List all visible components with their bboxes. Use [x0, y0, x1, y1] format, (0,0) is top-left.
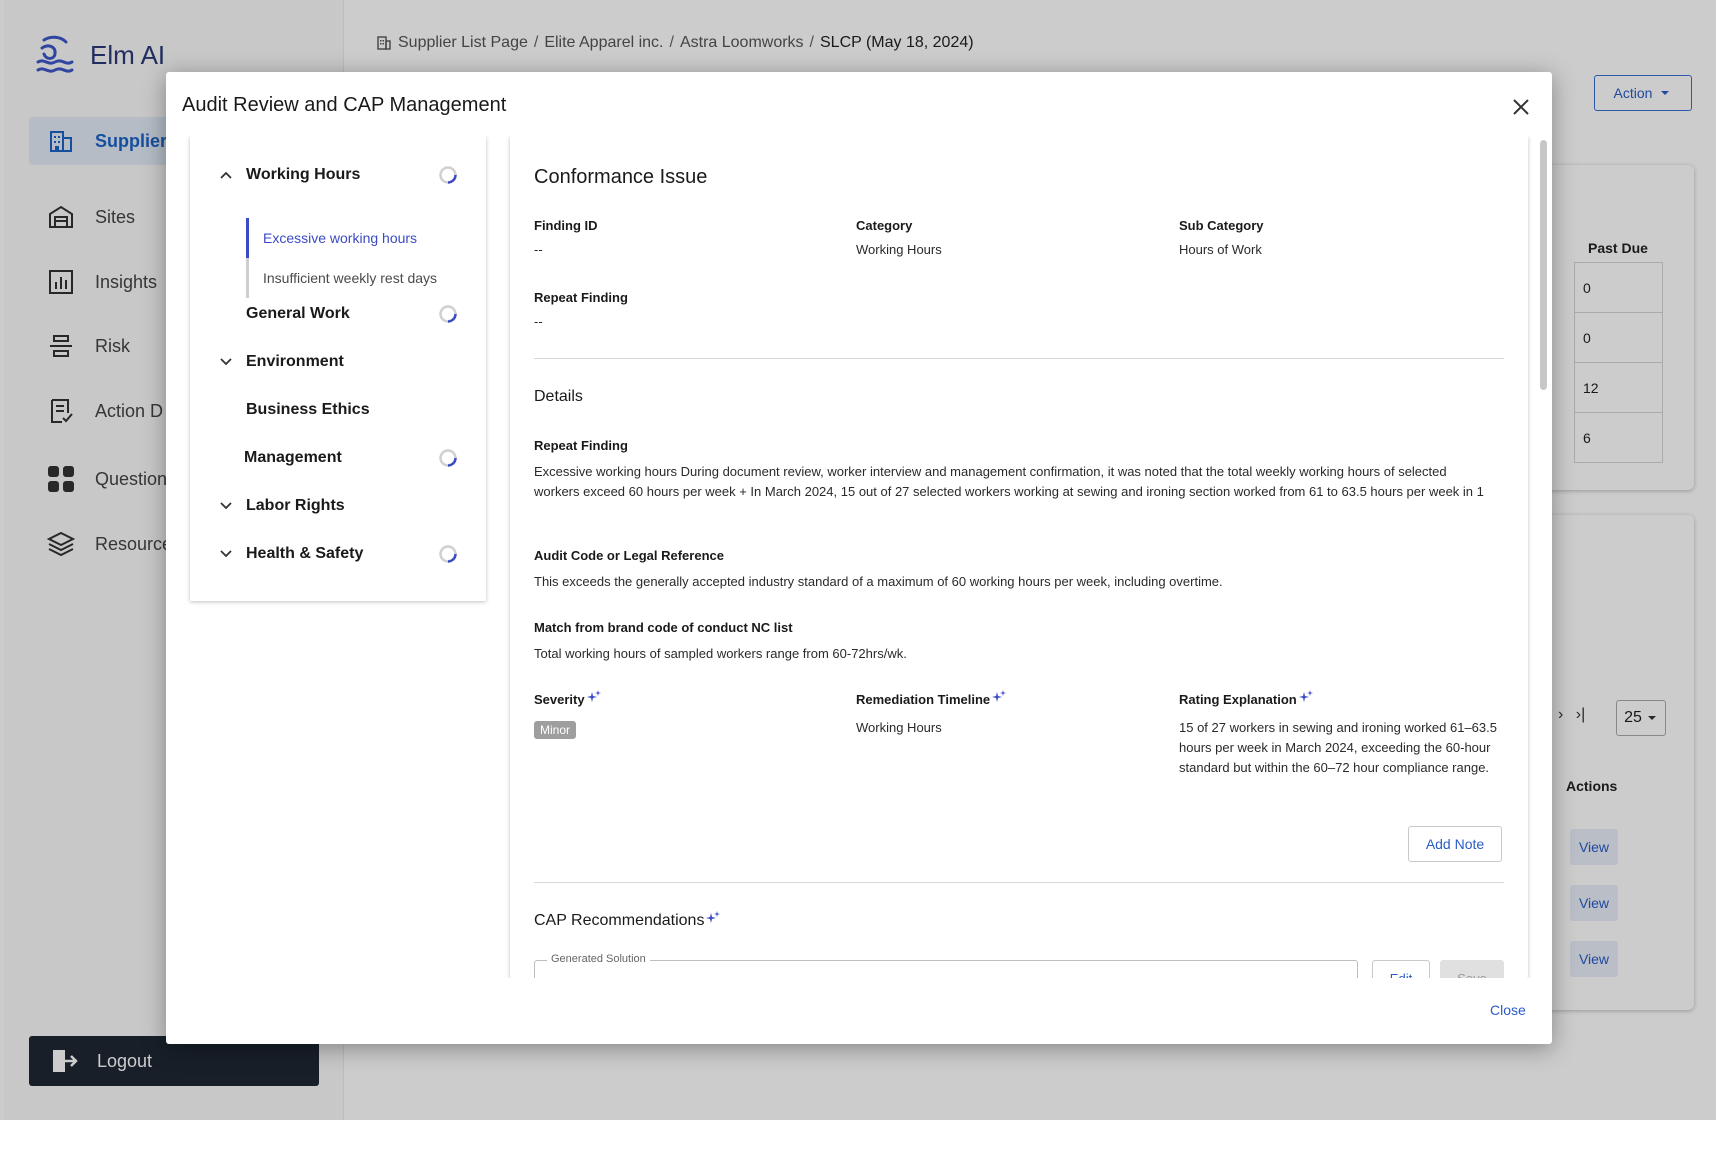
rating-explanation-label: Rating Explanation: [1179, 689, 1313, 707]
tree-item-label: Health & Safety: [246, 545, 364, 562]
section-divider: [534, 358, 1504, 359]
audit-review-modal: Audit Review and CAP Management Working …: [166, 72, 1552, 1044]
remediation-label: Remediation Timeline: [856, 689, 1007, 707]
tree-item-label: Business Ethics: [246, 401, 370, 418]
tree-item-general-work[interactable]: General Work: [190, 296, 486, 332]
progress-spinner-icon: [439, 545, 457, 563]
tree-item-working-hours[interactable]: Working Hours: [190, 157, 486, 193]
tree-item-label: Environment: [246, 353, 344, 370]
close-icon[interactable]: [1506, 92, 1536, 122]
section-divider: [534, 882, 1504, 883]
chevron-down-icon: [220, 502, 232, 510]
repeat-finding-value: --: [534, 314, 543, 329]
audit-code-text: This exceeds the generally accepted indu…: [534, 574, 1223, 589]
generated-solution-field[interactable]: Generated Solution: [534, 953, 1358, 978]
progress-spinner-icon: [439, 449, 457, 467]
tree-subitem-excessive-hours[interactable]: Excessive working hours: [246, 218, 466, 258]
tree-item-environment[interactable]: Environment: [190, 344, 486, 380]
close-button[interactable]: Close: [1490, 1002, 1526, 1018]
generated-solution-label: Generated Solution: [547, 953, 650, 965]
details-repeat-finding-text: Excessive working hours During document …: [534, 464, 1484, 499]
cap-recommendations-heading: CAP Recommendations: [534, 911, 721, 930]
rating-explanation-text: 15 of 27 workers in sewing and ironing w…: [1179, 720, 1497, 775]
tree-item-business-ethics[interactable]: Business Ethics: [190, 392, 486, 428]
audit-code-label: Audit Code or Legal Reference: [534, 548, 724, 563]
remediation-value: Working Hours: [856, 720, 942, 735]
modal-scrollbar[interactable]: [1538, 136, 1548, 978]
modal-body: Working Hours Excessive working hours In…: [166, 136, 1552, 978]
tree-item-health-safety[interactable]: Health & Safety: [190, 536, 486, 572]
tree-item-label: Labor Rights: [246, 497, 345, 514]
cap-heading-text: CAP Recommendations: [534, 912, 705, 929]
sub-category-value: Hours of Work: [1179, 242, 1262, 257]
chevron-down-icon: [220, 550, 232, 558]
rating-label-text: Rating Explanation: [1179, 692, 1297, 707]
tree-item-labor-rights[interactable]: Labor Rights: [190, 488, 486, 524]
severity-label-text: Severity: [534, 692, 585, 707]
working-hours-subitems: Excessive working hours Insufficient wee…: [246, 218, 466, 298]
severity-label: Severity: [534, 689, 601, 707]
add-note-button[interactable]: Add Note: [1408, 826, 1502, 862]
finding-id-label: Finding ID: [534, 218, 598, 233]
chevron-up-icon: [220, 171, 232, 179]
category-value: Working Hours: [856, 242, 942, 257]
sub-category-label: Sub Category: [1179, 218, 1264, 233]
tree-item-label: Working Hours: [246, 166, 361, 183]
progress-spinner-icon: [439, 305, 457, 323]
progress-spinner-icon: [439, 166, 457, 184]
ai-sparkle-icon: [586, 689, 601, 702]
tree-item-management[interactable]: Management: [190, 440, 486, 476]
tree-item-label: Management: [244, 449, 342, 466]
category-label: Category: [856, 218, 913, 233]
tree-subitem-insufficient-rest[interactable]: Insufficient weekly rest days: [246, 258, 466, 298]
conformance-issue-heading: Conformance Issue: [534, 166, 708, 188]
ai-sparkle-icon: [706, 911, 721, 923]
ai-sparkle-icon: [1298, 689, 1313, 702]
details-repeat-finding-label: Repeat Finding: [534, 438, 628, 453]
details-heading: Details: [534, 388, 583, 405]
category-tree: Working Hours Excessive working hours In…: [190, 136, 486, 601]
scrollbar-thumb[interactable]: [1540, 140, 1547, 390]
tree-item-label: General Work: [246, 305, 350, 322]
remediation-label-text: Remediation Timeline: [856, 692, 991, 707]
chevron-down-icon: [220, 358, 232, 366]
match-nc-label: Match from brand code of conduct NC list: [534, 620, 793, 635]
finding-detail-panel: Conformance Issue Finding ID -- Category…: [510, 136, 1528, 978]
ai-sparkle-icon: [992, 689, 1007, 702]
modal-title: Audit Review and CAP Management: [182, 94, 507, 116]
save-button[interactable]: Save: [1440, 960, 1504, 978]
finding-id-value: --: [534, 242, 543, 257]
repeat-finding-label: Repeat Finding: [534, 290, 628, 305]
match-nc-text: Total working hours of sampled workers r…: [534, 646, 907, 661]
edit-button[interactable]: Edit: [1372, 960, 1430, 978]
severity-badge: Minor: [534, 721, 577, 739]
